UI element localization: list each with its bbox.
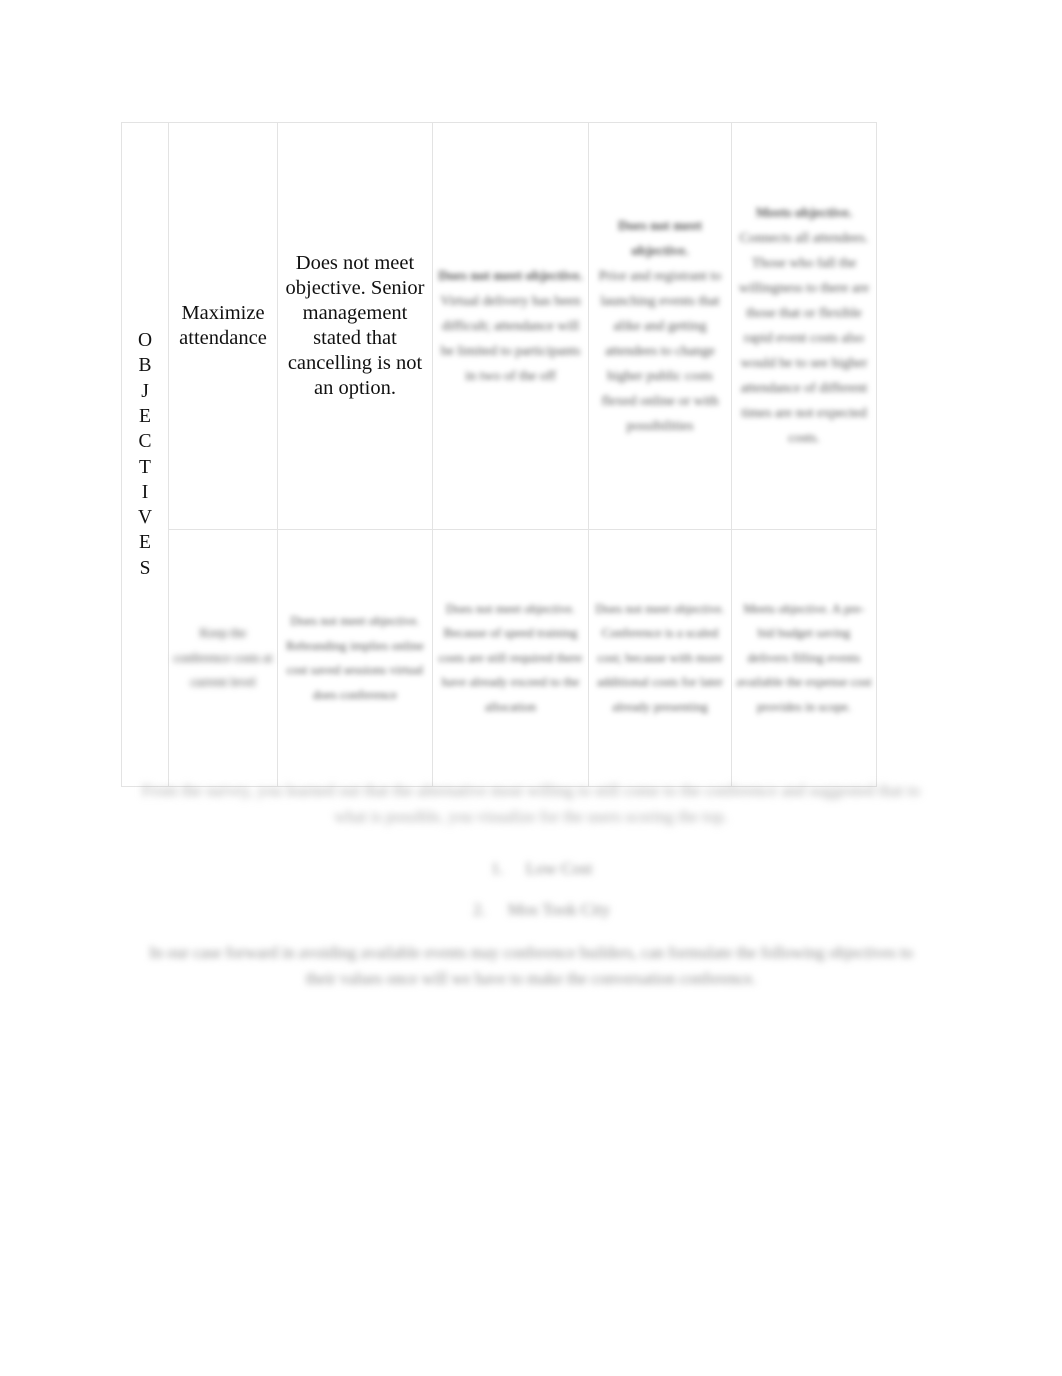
list-item: 2. Mos Took City bbox=[136, 889, 926, 930]
objective-name: Keep the conference costs at current lev… bbox=[173, 625, 273, 690]
axis-letter: J bbox=[141, 380, 149, 402]
numbered-list: 1. Low Cost 2. Mos Took City bbox=[136, 848, 926, 930]
matrix-cell-content: Does not meet objective. Conference is a… bbox=[593, 597, 727, 720]
axis-letter: I bbox=[141, 481, 149, 503]
cell-heading: Does not meet objective. bbox=[618, 218, 702, 259]
cell-body: A pre-bid budget saving delivers filling… bbox=[736, 600, 872, 714]
objective-name: Maximize attendance bbox=[179, 302, 267, 349]
objectives-axis-label-cell: O B J E C T I V E S bbox=[121, 122, 169, 787]
matrix-cell-content: Does not meet objective. Senior manageme… bbox=[282, 251, 428, 401]
axis-letter: T bbox=[139, 456, 151, 478]
cell-body: Because of speed training costs are stil… bbox=[438, 625, 583, 714]
matrix-cell-content: Does not meet objective. Because of spee… bbox=[437, 597, 584, 720]
matrix-cell: Meets objective. A pre-bid budget saving… bbox=[731, 529, 877, 787]
table-row: O B J E C T I V E S Maximize attendance bbox=[121, 122, 877, 787]
objective-name-cell: Keep the conference costs at current lev… bbox=[168, 529, 278, 787]
axis-letter: V bbox=[137, 507, 153, 529]
axis-letter: E bbox=[139, 532, 151, 554]
matrix-cell-content: Does not meet objective. Prior and regis… bbox=[593, 214, 727, 439]
axis-letter: C bbox=[138, 431, 152, 453]
matrix-cell: Does not meet objective. Because of spee… bbox=[432, 529, 589, 787]
list-item-number: 1. bbox=[490, 859, 504, 878]
list-item-number: 2. bbox=[473, 900, 486, 919]
axis-letter: O bbox=[137, 330, 153, 352]
matrix-cell: Does not meet objective. Prior and regis… bbox=[588, 122, 732, 530]
cell-heading: Does not meet objective. bbox=[290, 613, 420, 628]
cell-body: Rebranding implies online cost saved ses… bbox=[286, 637, 424, 702]
cell-heading: Meets objective. bbox=[755, 206, 853, 221]
document-page: O B J E C T I V E S Maximize attendance bbox=[0, 0, 1062, 1376]
matrix-cell-content: Does not meet objective. Virtual deliver… bbox=[437, 264, 584, 389]
list-item-label: Mos Took City bbox=[507, 900, 611, 919]
cell-body: Connects all attendees. Those who fall t… bbox=[738, 231, 870, 446]
cell-heading: Meets objective. bbox=[743, 600, 830, 616]
axis-letter: S bbox=[139, 557, 151, 579]
matrix-cell: Does not meet objective. Rebranding impl… bbox=[277, 529, 433, 787]
matrix-cell: Does not meet objective. Conference is a… bbox=[588, 529, 732, 787]
cell-body: Prior and registrant to launching events… bbox=[598, 268, 722, 434]
table-row: Keep the conference costs at current lev… bbox=[122, 529, 877, 787]
cell-heading: Does not meet objective. bbox=[595, 600, 725, 616]
list-item: 1. Low Cost bbox=[136, 848, 926, 889]
paragraph-below-table: From the survey, you learned out that th… bbox=[141, 781, 921, 826]
cell-heading: Does not meet objective. bbox=[438, 268, 583, 284]
cell-heading: Does not meet objective. bbox=[445, 600, 576, 616]
axis-letter: B bbox=[138, 355, 152, 377]
matrix-cell-content: Meets objective. Connects all attendees.… bbox=[736, 201, 872, 451]
matrix-cell: Does not meet objective. Virtual deliver… bbox=[432, 122, 589, 530]
list-item-label: Low Cost bbox=[525, 859, 593, 878]
matrix-cell: Meets objective. Connects all attendees.… bbox=[731, 122, 877, 530]
objective-name-cell: Maximize attendance bbox=[168, 122, 278, 530]
closing-paragraph: In our case forward in avoiding availabl… bbox=[149, 943, 913, 988]
objectives-matrix: O B J E C T I V E S Maximize attendance bbox=[121, 122, 877, 787]
cell-body: Virtual delivery has been difficult; att… bbox=[440, 293, 581, 384]
matrix-cell-content: Meets objective. A pre-bid budget saving… bbox=[736, 597, 872, 720]
objectives-axis-label: O B J E C T I V E S bbox=[126, 328, 164, 581]
matrix-cell: Does not meet objective. Senior manageme… bbox=[277, 122, 433, 530]
cell-body: Conference is a scaled cost; because wit… bbox=[597, 625, 723, 714]
axis-letter: E bbox=[139, 405, 151, 427]
matrix-cell-content: Does not meet objective. Rebranding impl… bbox=[282, 609, 428, 707]
